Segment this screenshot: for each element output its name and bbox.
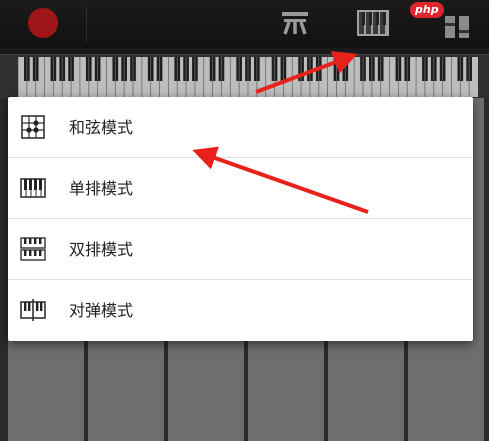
menu-item-double-row-mode[interactable]: 双排模式 [8,219,473,280]
sliders-icon[interactable] [440,6,474,40]
duet-keys-icon [20,299,46,321]
menu-item-single-row-mode[interactable]: 单排模式 [8,158,473,219]
record-button[interactable] [28,8,58,38]
mode-menu: 和弦模式 单排模式 双排模式 对弹模式 [8,97,473,341]
piano-keys-icon[interactable] [356,6,390,40]
single-row-keys-icon [20,178,46,198]
menu-item-label: 单排模式 [69,179,134,198]
menu-item-duet-mode[interactable]: 对弹模式 [8,280,473,341]
menu-item-label: 对弹模式 [69,301,134,320]
chord-grid-icon [21,115,45,139]
toolbar-divider [86,6,87,42]
top-toolbar: php [0,0,489,48]
mini-piano-keys[interactable] [18,57,478,97]
menu-item-chord-mode[interactable]: 和弦模式 [8,97,473,158]
menu-item-label: 双排模式 [69,240,134,259]
php-badge: php [410,2,444,18]
double-row-keys-icon [20,237,46,261]
chord-symbol-icon[interactable] [280,6,310,40]
menu-item-label: 和弦模式 [69,118,134,137]
mini-keyboard-navigator[interactable] [0,54,489,98]
